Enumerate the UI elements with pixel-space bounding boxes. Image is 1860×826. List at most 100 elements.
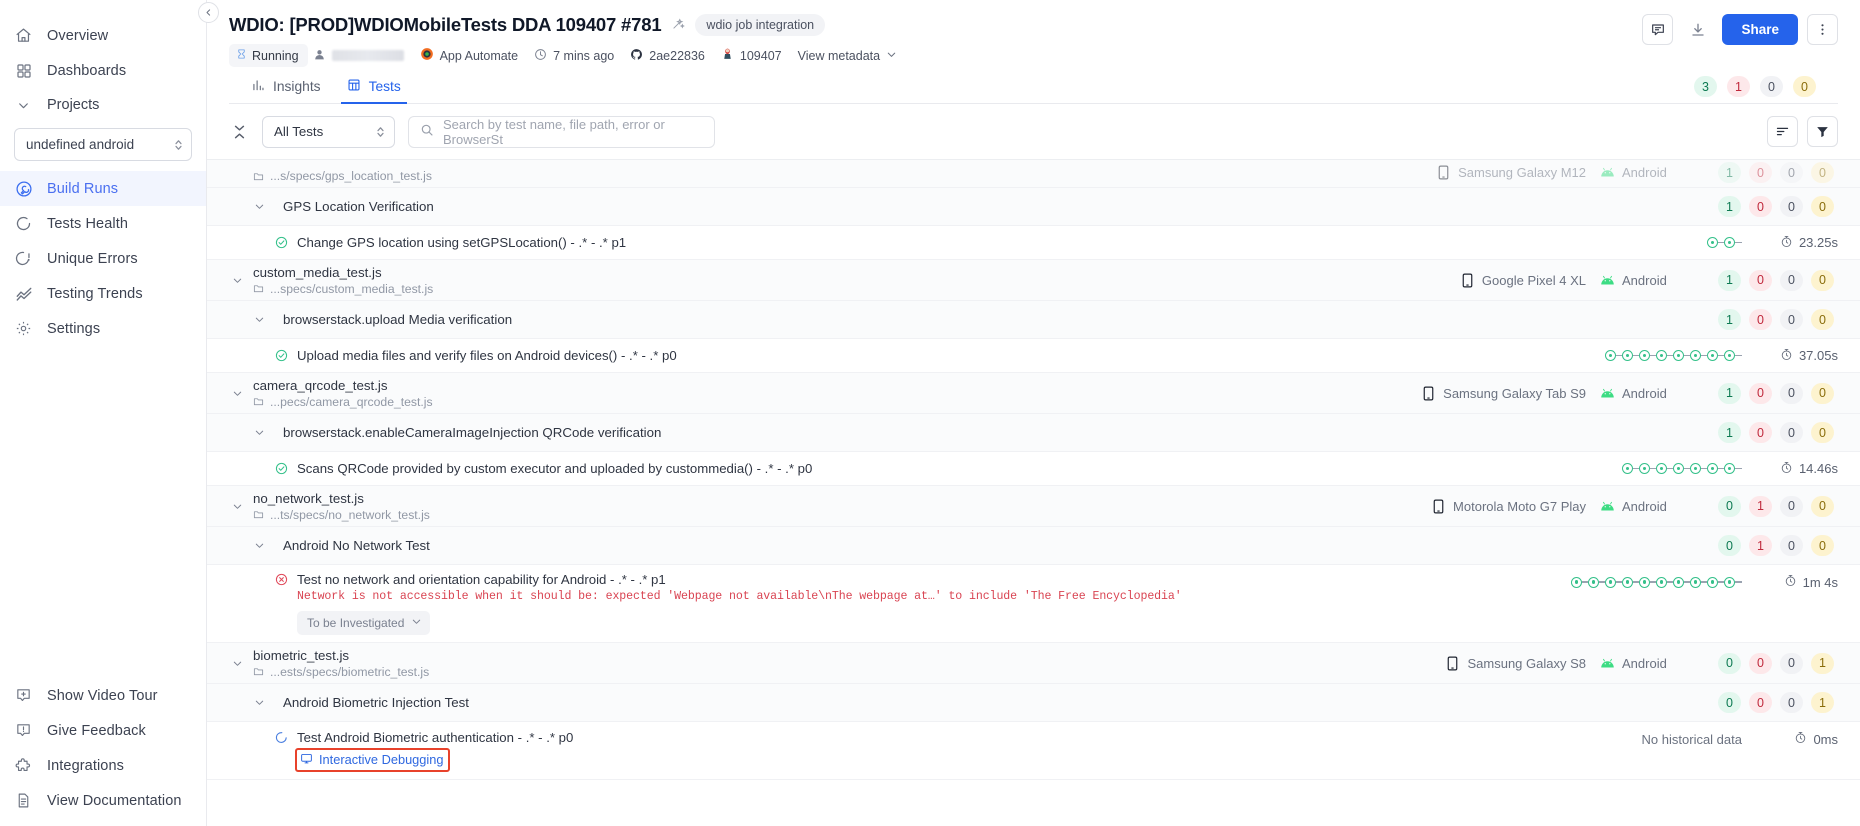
- sidebar-group-projects[interactable]: Projects: [0, 88, 206, 122]
- chevron-down-icon: [411, 616, 422, 630]
- duration-value: 0ms: [1813, 731, 1838, 747]
- view-metadata-button[interactable]: View metadata: [798, 49, 897, 63]
- commit-hash: 2ae22836: [649, 48, 705, 63]
- row-count-other: 0: [1811, 382, 1834, 404]
- suite-row[interactable]: Android No Network Test 0 1 0 0: [207, 527, 1860, 565]
- chevron-down-icon[interactable]: [229, 501, 245, 512]
- file-row[interactable]: camera_qrcode_test.js ...pecs/camera_qrco…: [207, 373, 1860, 414]
- file-row[interactable]: no_network_test.js ...ts/specs/no_network…: [207, 486, 1860, 527]
- file-path: ...s/specs/gps_location_test.js: [253, 169, 432, 183]
- home-icon: [14, 26, 33, 45]
- row-count-other: 0: [1811, 422, 1834, 443]
- sidebar-item-label: Testing Trends: [47, 285, 143, 302]
- row-count-other: 0: [1811, 309, 1834, 330]
- file-info: no_network_test.js ...ts/specs/no_network…: [253, 491, 430, 522]
- filter-icon[interactable]: [1807, 116, 1838, 147]
- row-counts: 0001: [1712, 692, 1838, 713]
- sidebar-item-tests-health[interactable]: Tests Health: [0, 206, 206, 241]
- commit-meta[interactable]: 2ae22836: [630, 48, 705, 64]
- chevron-down-icon[interactable]: [251, 427, 267, 438]
- row-count-failed: 0: [1749, 196, 1772, 217]
- test-name: Upload media files and verify files on A…: [297, 348, 677, 363]
- test-row[interactable]: Change GPS location using setGPSLocation…: [207, 226, 1860, 260]
- sidebar-item-testing-trends[interactable]: Testing Trends: [0, 276, 206, 311]
- file-row[interactable]: custom_media_test.js ...specs/custom_medi…: [207, 260, 1860, 301]
- no-historical-data-label: No historical data: [1641, 731, 1742, 747]
- chevron-down-icon[interactable]: [229, 388, 245, 399]
- row-count-passed: 1: [1718, 422, 1741, 443]
- suite-row[interactable]: Android Biometric Injection Test 0 0 0 1: [207, 684, 1860, 722]
- file-row[interactable]: biometric_test.js ...ests/specs/biometric…: [207, 643, 1860, 684]
- suite-row[interactable]: browserstack.upload Media verification 1 0…: [207, 301, 1860, 339]
- phone-icon: [1437, 165, 1450, 180]
- sidebar-item-label: View Documentation: [47, 792, 182, 809]
- chevron-down-icon[interactable]: [251, 540, 267, 551]
- sidebar-group-label: Projects: [47, 97, 100, 113]
- row-counts: 1000: [1712, 269, 1838, 291]
- sidebar-item-build-runs[interactable]: Build Runs: [0, 171, 206, 206]
- duration-value: 23.25s: [1798, 235, 1838, 250]
- file-info: ...s/specs/gps_location_test.js: [253, 169, 432, 183]
- row-count-skipped: 0: [1780, 309, 1803, 330]
- search-input[interactable]: Search by test name, file path, error or…: [408, 115, 715, 148]
- os-name: Android: [1622, 272, 1667, 288]
- test-row[interactable]: Test Android Biometric authentication - …: [207, 722, 1860, 780]
- sidebar-item-give-feedback[interactable]: Give Feedback: [0, 713, 206, 748]
- build-meta-row: Running App Automate 7 mins ago 2ae22836…: [229, 44, 1838, 67]
- chevron-down-icon: [886, 49, 897, 63]
- row-count-other: 1: [1811, 692, 1834, 713]
- test-row[interactable]: Test no network and orientation capabili…: [207, 565, 1860, 643]
- suite-name: Android No Network Test: [283, 538, 430, 553]
- row-count-skipped: 0: [1780, 382, 1803, 404]
- chevron-down-icon[interactable]: [251, 697, 267, 708]
- magic-wand-icon[interactable]: [671, 17, 686, 34]
- project-select-value: undefined android: [26, 137, 135, 152]
- suite-row[interactable]: GPS Location Verification 1 0 0 0: [207, 188, 1860, 226]
- interactive-debugging-highlight: Interactive Debugging: [295, 747, 450, 772]
- test-info: Change GPS location using setGPSLocation…: [275, 235, 626, 250]
- chevron-down-icon[interactable]: [229, 275, 245, 286]
- project-select[interactable]: undefined android: [14, 128, 192, 161]
- sidebar-item-unique-errors[interactable]: Unique Errors: [0, 241, 206, 276]
- row-right-columns: 1000: [1586, 196, 1838, 217]
- test-info: Test Android Biometric authentication - …: [275, 730, 573, 772]
- sidebar-item-settings[interactable]: Settings: [0, 311, 206, 346]
- os-name: Android: [1622, 498, 1667, 514]
- comments-button[interactable]: [1642, 14, 1674, 45]
- row-count-failed: 0: [1749, 692, 1772, 713]
- chevron-down-icon[interactable]: [251, 201, 267, 212]
- sidebar-item-label: Show Video Tour: [47, 687, 158, 704]
- investigate-status-dropdown[interactable]: To be Investigated: [297, 611, 431, 635]
- tab-insights[interactable]: Insights: [251, 78, 321, 104]
- tab-tests[interactable]: Tests: [340, 78, 407, 104]
- sidebar-item-overview[interactable]: Overview: [0, 18, 206, 53]
- android-icon: [1600, 167, 1615, 178]
- sidebar-item-dashboards[interactable]: Dashboards: [0, 53, 206, 88]
- device-name: Motorola Moto G7 Play: [1453, 498, 1586, 514]
- test-list[interactable]: ...s/specs/gps_location_test.js Samsung G…: [207, 160, 1860, 826]
- sidebar-collapse-button[interactable]: [198, 2, 219, 23]
- sidebar-item-integrations[interactable]: Integrations: [0, 748, 206, 783]
- clock-icon: [534, 48, 547, 64]
- device-cell: Samsung Galaxy S8: [1446, 656, 1586, 671]
- job-tag-chip[interactable]: wdio job integration: [695, 14, 826, 36]
- share-button[interactable]: Share: [1722, 14, 1798, 45]
- sort-icon[interactable]: [1767, 116, 1798, 147]
- sidebar-item-show-video-tour[interactable]: Show Video Tour: [0, 678, 206, 713]
- interactive-debugging-link[interactable]: Interactive Debugging: [300, 752, 444, 768]
- row-count-passed: 1: [1718, 162, 1741, 183]
- more-options-button[interactable]: [1807, 14, 1838, 45]
- download-button[interactable]: [1682, 14, 1714, 45]
- file-row[interactable]: ...s/specs/gps_location_test.js Samsung G…: [207, 160, 1860, 188]
- test-row[interactable]: Upload media files and verify files on A…: [207, 339, 1860, 373]
- chevron-down-icon[interactable]: [229, 658, 245, 669]
- suite-row[interactable]: browserstack.enableCameraImageInjection …: [207, 414, 1860, 452]
- chevron-down-icon[interactable]: [251, 314, 267, 325]
- row-right-columns: No historical data 0ms: [1532, 731, 1838, 747]
- row-right-columns: 37.05s: [1532, 348, 1838, 364]
- collapse-all-icon[interactable]: [229, 125, 249, 139]
- tests-filter-select[interactable]: All Tests: [262, 115, 395, 148]
- sidebar-item-view-documentation[interactable]: View Documentation: [0, 783, 206, 818]
- header-count-badges: 3 1 0 0: [1694, 76, 1816, 97]
- test-row[interactable]: Scans QRCode provided by custom executor…: [207, 452, 1860, 486]
